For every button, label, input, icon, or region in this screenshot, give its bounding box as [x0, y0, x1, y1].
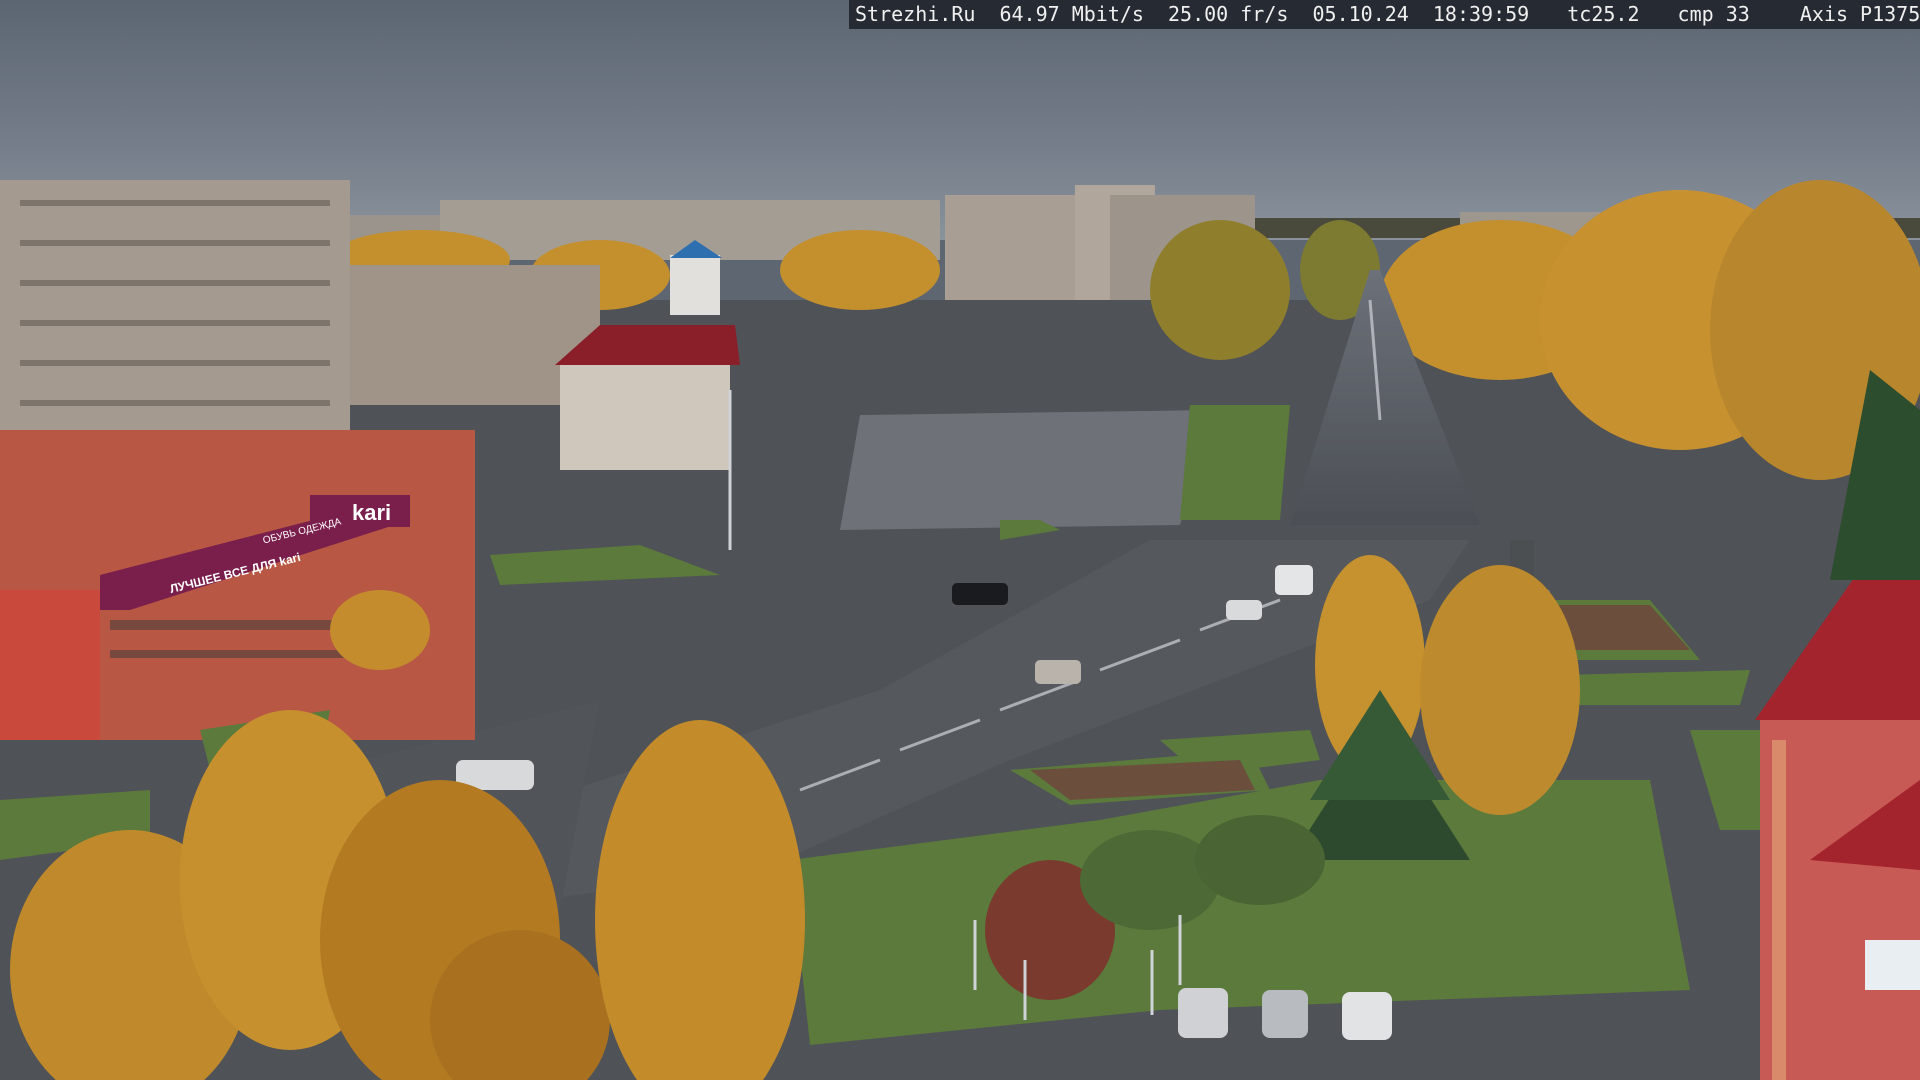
central-plaza [840, 410, 1215, 530]
time: 18:39:59 [1432, 2, 1530, 26]
framerate: 25.00 fr/s [1168, 2, 1289, 26]
bitrate: 64.97 Mbit/s [999, 2, 1144, 26]
cmp-value: cmp 33 [1677, 2, 1750, 26]
tc-value: tc25.2 [1567, 2, 1640, 26]
store-sign-kari: kari [352, 500, 392, 525]
date: 05.10.24 [1312, 2, 1409, 26]
site-name: Strezhi.Ru [855, 2, 976, 26]
camera-info-overlay: Strezhi.Ru 64.97 Mbit/s 25.00 fr/s 05.10… [849, 0, 1920, 29]
kari-store-building [0, 430, 475, 740]
camera-model: Axis P1375 [1799, 2, 1920, 26]
